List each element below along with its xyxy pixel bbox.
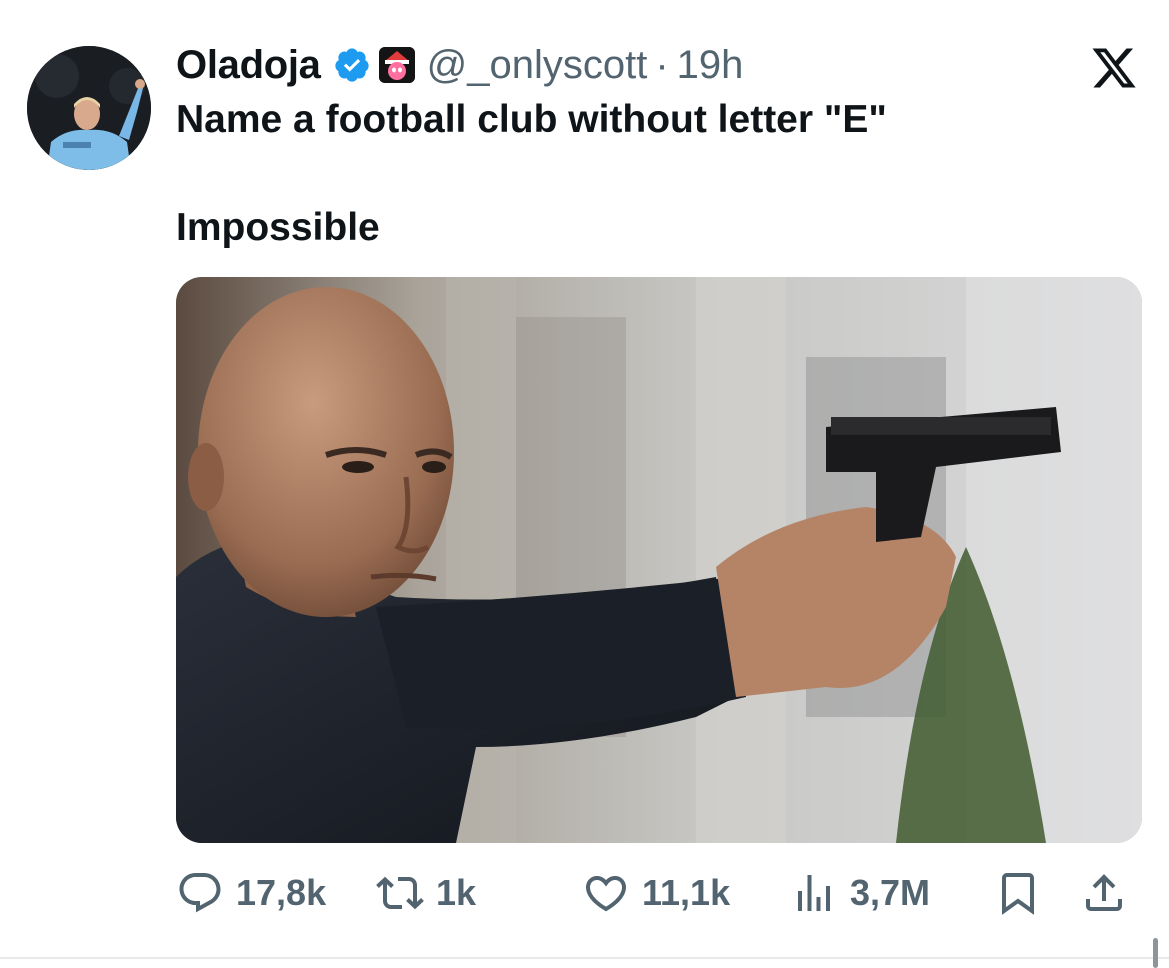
tweet-text-line-2: Impossible — [176, 206, 380, 249]
repost-count: 1k — [436, 872, 477, 913]
affiliate-badge-icon[interactable] — [378, 47, 415, 83]
reply-icon — [179, 873, 221, 913]
avatar[interactable] — [27, 46, 151, 170]
repost-icon — [376, 876, 424, 910]
x-logo-icon[interactable] — [1089, 44, 1139, 92]
like-button[interactable]: 11,1k — [582, 868, 730, 918]
repost-button[interactable]: 1k — [376, 868, 476, 918]
reply-count: 17,8k — [236, 872, 327, 913]
media-photo — [176, 277, 1142, 843]
views-button[interactable]: 3,7M — [790, 868, 930, 918]
action-bar: 17,8k 1k 11,1k 3,7M — [176, 868, 1142, 918]
tweet-header: Oladoja @_onlyscott · 19h — [176, 40, 743, 90]
like-count: 11,1k — [642, 872, 731, 913]
share-button[interactable] — [1080, 868, 1128, 918]
avatar-image — [27, 46, 151, 170]
tweet-text-line-1: Name a football club without letter "E" — [176, 98, 887, 141]
display-name[interactable]: Oladoja — [176, 43, 321, 88]
views-count: 3,7M — [850, 872, 931, 913]
bookmark-icon — [1002, 873, 1034, 915]
tweet-media-image[interactable] — [176, 277, 1142, 843]
separator-dot: · — [655, 42, 669, 87]
handle[interactable]: @_onlyscott — [427, 43, 648, 88]
scrollbar-thumb[interactable] — [1153, 938, 1158, 968]
heart-icon — [585, 876, 627, 912]
views-icon — [798, 875, 830, 911]
bookmark-button[interactable] — [994, 868, 1042, 918]
share-icon — [1086, 874, 1122, 911]
timestamp[interactable]: 19h — [677, 43, 744, 88]
divider — [0, 957, 1169, 959]
verified-badge-icon — [333, 46, 371, 84]
reply-button[interactable]: 17,8k — [176, 868, 326, 918]
